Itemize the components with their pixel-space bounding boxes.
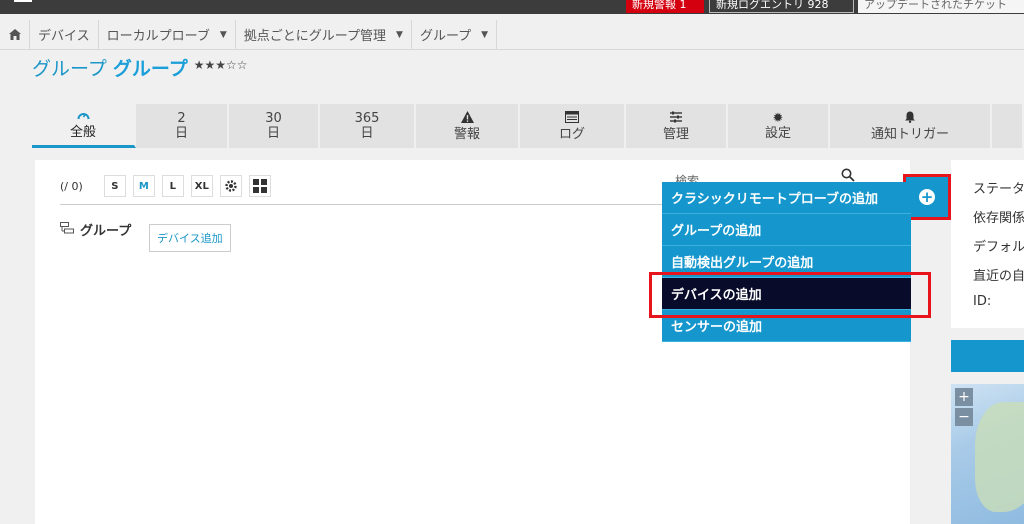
zoom-out-icon[interactable]: − [955,408,973,426]
priority-stars[interactable]: ★★★☆☆ [194,58,248,72]
sliders-icon [669,111,683,127]
object-count: (/ 0) [60,179,83,193]
info-default: デフォルト [973,240,1024,255]
tree-group-node[interactable]: グループ [60,220,131,239]
tree-group-label[interactable]: グループ [80,220,131,239]
menu-item-add-group[interactable]: グループの追加 [662,214,911,246]
add-device-button[interactable]: デバイス追加 [149,224,231,252]
updated-tickets-badge[interactable]: アップデートされたチケット [858,0,1024,13]
size-s-button[interactable]: S [103,175,126,197]
home-icon[interactable] [0,19,30,50]
bell-icon [904,111,916,127]
breadcrumb-group-label[interactable]: グループ [420,25,471,44]
add-object-menu: クラシックリモートプローブの追加 グループの追加 自動検出グループの追加 デバイ… [662,182,911,342]
breadcrumb-local-probe-label[interactable]: ローカルプローブ [107,25,210,44]
tab-overview[interactable]: 全般 [32,104,136,148]
zoom-in-icon[interactable]: + [955,388,973,406]
breadcrumb-local-probe[interactable]: ローカルプローブ ▼ [99,19,236,50]
tab-2-days[interactable]: 2 日 [136,104,229,148]
page-title-type: グループ [32,58,107,80]
tab-alarms[interactable]: 警報 [416,104,520,148]
size-xl-button[interactable]: XL [190,175,213,197]
tab-more[interactable] [992,104,1024,148]
log-icon [565,110,579,127]
new-alarms-badge[interactable]: 新規警報 1 [626,0,704,13]
tab-30-days-label: 日 [266,126,280,141]
map-header-bar [951,340,1024,372]
tab-notification-triggers-label: 通知トリガー [870,126,949,142]
breadcrumb-site-groups-label[interactable]: 拠点ごとにグループ管理 [244,25,386,44]
info-panel: ステータス 依存関係 デフォルト 直近の自動 ID: [951,160,1024,328]
group-icon [60,222,74,237]
chevron-down-icon[interactable]: ▼ [396,30,403,40]
tab-settings-label: 設定 [764,125,791,141]
breadcrumb: デバイス ローカルプローブ ▼ 拠点ごとにグループ管理 ▼ グループ ▼ [0,19,1024,50]
size-l-button[interactable]: L [161,175,184,197]
top-bar: 新規警報 1 新規ログエントリ 928 アップデートされたチケット [0,0,1024,14]
map-zoom-controls: + − [955,388,973,428]
tab-settings[interactable]: ✹ 設定 [728,104,830,148]
tab-log[interactable]: ログ [520,104,626,148]
breadcrumb-group[interactable]: グループ ▼ [412,19,498,50]
geo-map[interactable]: + − [951,384,1024,524]
chevron-down-icon[interactable]: ▼ [220,30,227,40]
chevron-down-icon[interactable]: ▼ [481,30,488,40]
settings-gear-icon[interactable] [219,175,242,197]
tab-notification-triggers[interactable]: 通知トリガー [830,104,992,148]
highlight-add-device [649,272,931,318]
breadcrumb-site-groups[interactable]: 拠点ごとにグループ管理 ▼ [236,19,412,50]
tile-view-icon[interactable] [248,175,271,197]
tab-management[interactable]: 管理 [626,104,728,148]
tab-30-days[interactable]: 30 日 [229,104,320,148]
gear-icon: ✹ [772,110,784,126]
gauge-icon [77,109,90,125]
new-log-entries-badge[interactable]: 新規ログエントリ 928 [709,0,854,13]
tab-2-days-label: 日 [174,126,188,141]
info-status: ステータス [973,182,1024,197]
tab-365-days-label: 日 [360,126,374,141]
info-id: ID: [973,294,992,309]
view-toolbar: (/ 0) S M L XL [60,175,271,197]
tab-365-days[interactable]: 365 日 [320,104,416,148]
tab-30-days-number: 30 [265,111,282,126]
tab-alarms-label: 警報 [453,126,480,142]
map-land [975,402,1024,512]
tab-overview-label: 全般 [69,125,96,140]
breadcrumb-devices-label[interactable]: デバイス [38,25,90,44]
page-title-name[interactable]: グループ [113,54,188,81]
menu-item-add-classic-remote-probe[interactable]: クラシックリモートプローブの追加 [662,182,911,214]
page-title: グループ グループ ★★★☆☆ [32,54,248,81]
tab-log-label: ログ [558,126,585,142]
tab-2-days-number: 2 [177,111,186,126]
info-last-auto: 直近の自動 [973,269,1024,284]
tab-management-label: 管理 [662,126,689,142]
size-m-button[interactable]: M [132,175,155,197]
warning-icon [460,110,474,127]
tab-bar: 全般 2 日 30 日 365 日 警報 ログ 管理 ✹ 設定 通知トリガー [32,104,1024,148]
menu-icon[interactable] [14,0,32,4]
info-dependency: 依存関係 [973,211,1024,226]
breadcrumb-devices[interactable]: デバイス [30,19,99,50]
tab-365-days-number: 365 [354,111,380,126]
